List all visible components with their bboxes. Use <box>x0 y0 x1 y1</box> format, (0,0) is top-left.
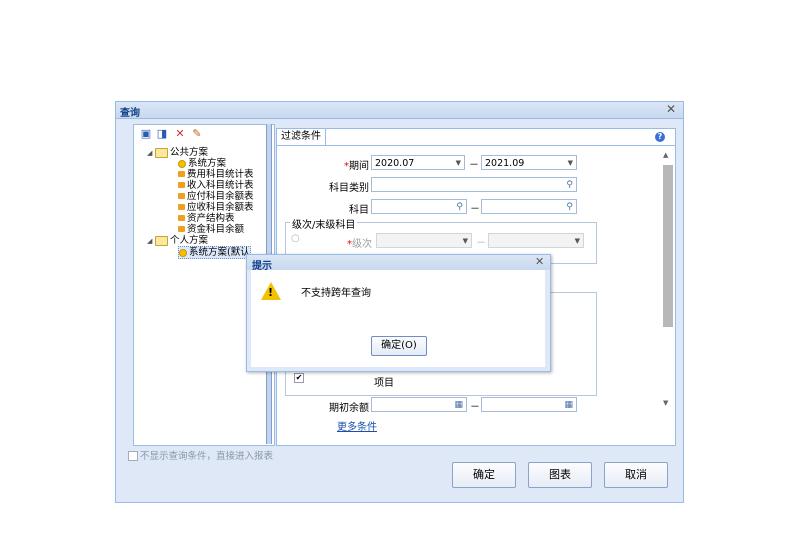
opening-to-input[interactable]: ▦ <box>481 397 577 412</box>
scroll-down-icon[interactable]: ▼ <box>663 399 668 407</box>
tree-item[interactable]: 应付科目余额表 <box>178 191 254 202</box>
scrollbar-thumb[interactable] <box>663 165 673 327</box>
period-from-select[interactable]: 2020.07 ▼ <box>371 155 465 170</box>
folder-icon <box>155 147 168 158</box>
tree-item-label: 系统方案(默认 <box>189 247 250 258</box>
category-label: 科目类别 <box>329 183 369 194</box>
item-checkbox[interactable]: ✔ <box>294 373 304 383</box>
chevron-down-icon: ▼ <box>574 237 580 245</box>
scheme-icon <box>178 159 186 168</box>
tree-item-label: 费用科目统计表 <box>187 169 254 180</box>
range-dash: － <box>469 160 479 171</box>
lock-icon <box>178 203 185 210</box>
tree-item-label: 资产结构表 <box>187 213 235 224</box>
tab-divider <box>277 145 675 146</box>
tree-item[interactable]: 资产结构表 <box>178 213 235 224</box>
period-from-value: 2020.07 <box>375 158 415 169</box>
period-label-text: 期间 <box>349 161 369 172</box>
lock-icon <box>178 170 185 177</box>
opening-from-input[interactable]: ▦ <box>371 397 467 412</box>
alert-body: ! 不支持跨年查询 确定(O) <box>251 270 545 367</box>
close-icon[interactable]: ✕ <box>535 255 544 268</box>
tree-item[interactable]: 系统方案 <box>178 158 226 169</box>
help-icon[interactable]: ? <box>655 132 665 142</box>
tree-toolbar: ▣ ◨ ✕ ✎ <box>134 125 274 143</box>
item-label: 项目 <box>374 378 394 389</box>
tree-item-label: 应付科目余额表 <box>187 191 254 202</box>
save-as-icon[interactable]: ◨ <box>156 128 168 140</box>
level-radio[interactable]: ○ <box>291 233 300 244</box>
cancel-button[interactable]: 取消 <box>604 462 668 488</box>
range-dash: － <box>476 238 486 249</box>
calculator-icon[interactable]: ▦ <box>564 398 573 413</box>
level-label: *级次 <box>347 239 372 250</box>
calculator-icon[interactable]: ▦ <box>454 398 463 413</box>
delete-icon[interactable]: ✕ <box>174 128 186 140</box>
tree-item[interactable]: 资金科目余额 <box>178 224 244 235</box>
folder-icon <box>155 235 168 246</box>
scroll-up-icon[interactable]: ▲ <box>663 151 668 159</box>
range-dash: － <box>470 204 480 215</box>
subject-label: 科目 <box>349 205 369 216</box>
chevron-down-icon: ▼ <box>567 159 573 167</box>
period-label: *期间 <box>344 161 369 172</box>
save-icon[interactable]: ▣ <box>140 128 152 140</box>
lock-icon <box>178 192 185 199</box>
level-from-select[interactable]: ▼ <box>376 233 472 248</box>
period-to-value: 2021.09 <box>485 158 525 169</box>
level-to-select[interactable]: ▼ <box>488 233 584 248</box>
tree-item-label: 系统方案 <box>188 158 227 169</box>
chevron-down-icon: ▼ <box>455 159 461 167</box>
close-icon[interactable]: ✕ <box>666 102 676 116</box>
alert-titlebar[interactable]: 提示 ✕ <box>247 255 550 272</box>
warning-mark: ! <box>268 286 274 299</box>
dialog-title: 查询 <box>120 108 140 119</box>
subject-from-input[interactable]: ⚲ <box>371 199 467 214</box>
opening-label: 期初余额 <box>329 403 369 414</box>
tree-item-label: 资金科目余额 <box>187 224 245 235</box>
period-to-select[interactable]: 2021.09 ▼ <box>481 155 577 170</box>
dialog-titlebar[interactable]: 查询 ✕ <box>116 102 683 119</box>
level-fieldset-legend: 级次/末级科目 <box>290 216 358 231</box>
more-conditions-link[interactable]: 更多条件 <box>337 418 377 433</box>
search-icon[interactable]: ⚲ <box>566 178 573 193</box>
tree-item[interactable]: 应收科目余额表 <box>178 202 254 213</box>
tab-filter[interactable]: 过滤条件 <box>277 129 326 146</box>
subject-to-input[interactable]: ⚲ <box>481 199 577 214</box>
chart-button[interactable]: 图表 <box>528 462 592 488</box>
chevron-down-icon: ▼ <box>462 237 468 245</box>
alert-message: 不支持跨年查询 <box>301 288 371 299</box>
lock-icon <box>178 225 185 232</box>
lock-icon <box>178 181 185 188</box>
skip-conditions-checkbox[interactable] <box>128 451 138 461</box>
scheme-icon <box>179 248 187 257</box>
tree-item-label: 应收科目余额表 <box>187 202 254 213</box>
tree-item-selected[interactable]: 系统方案(默认 <box>178 246 251 259</box>
tree-item-label: 收入科目统计表 <box>187 180 254 191</box>
range-dash: － <box>470 402 480 413</box>
search-icon[interactable]: ⚲ <box>566 200 573 215</box>
category-input[interactable]: ⚲ <box>371 177 577 192</box>
skip-conditions-label: 不显示查询条件，直接进入报表 <box>140 451 274 462</box>
alert-ok-button[interactable]: 确定(O) <box>371 336 427 356</box>
ok-button[interactable]: 确定 <box>452 462 516 488</box>
tree-item[interactable]: 费用科目统计表 <box>178 169 254 180</box>
level-label-text: 级次 <box>352 239 372 250</box>
tree-group-label: 个人方案 <box>170 235 209 246</box>
lock-icon <box>178 214 185 221</box>
edit-icon[interactable]: ✎ <box>191 128 203 140</box>
search-icon[interactable]: ⚲ <box>456 200 463 215</box>
alert-dialog: 提示 ✕ ! 不支持跨年查询 确定(O) <box>246 254 551 372</box>
tree-group-label: 公共方案 <box>170 147 209 158</box>
tree-item[interactable]: 收入科目统计表 <box>178 180 254 191</box>
